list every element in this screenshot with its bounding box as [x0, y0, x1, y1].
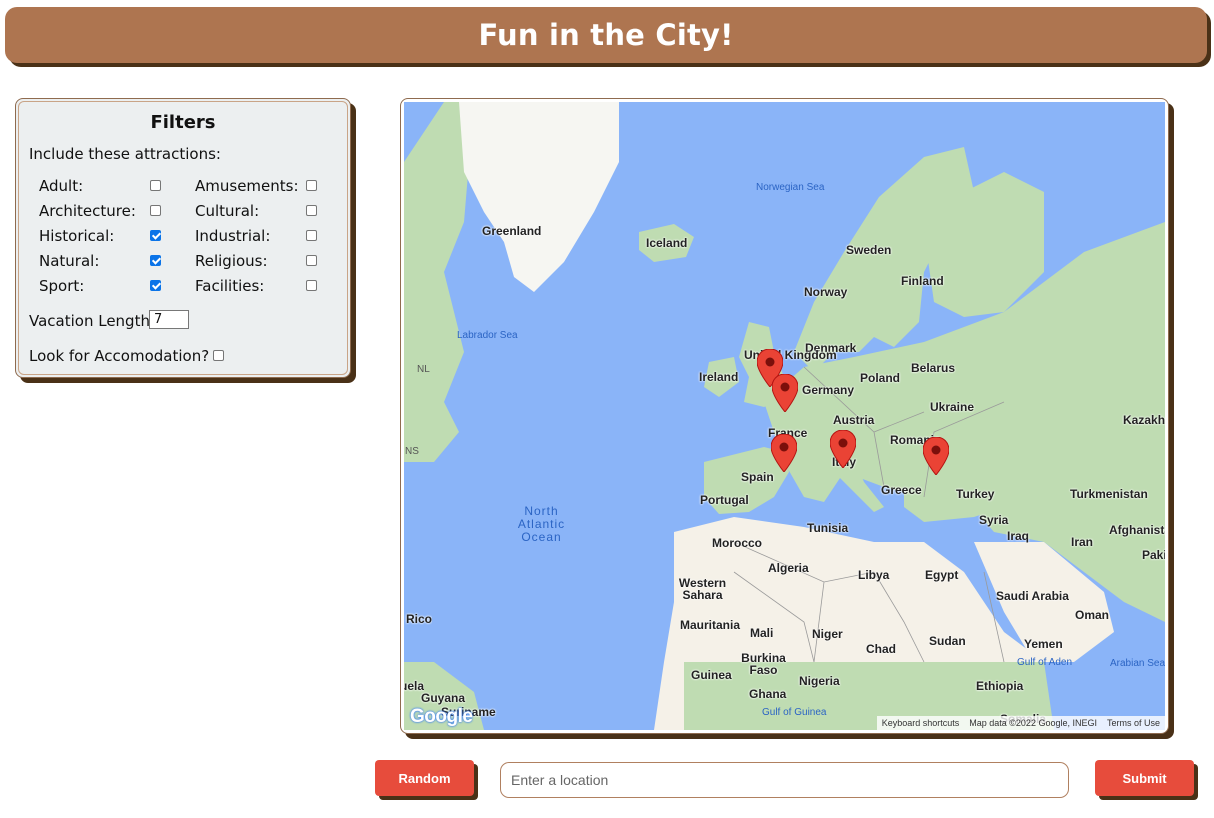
map-label-ethiopia: Ethiopia	[976, 679, 1024, 693]
map-label-greenland: Greenland	[482, 224, 542, 238]
map-attribution: Keyboard shortcuts Map data ©2022 Google…	[876, 716, 1165, 730]
map-label-ireland: Ireland	[699, 370, 739, 384]
submit-button[interactable]: Submit	[1095, 760, 1194, 796]
attraction-label-cultural: Cultural:	[195, 202, 260, 220]
map-marker-icon[interactable]	[830, 430, 856, 468]
map-label-gulf-of-guinea: Gulf of Guinea	[762, 707, 827, 718]
attraction-label-architecture: Architecture:	[39, 202, 136, 220]
checkbox-natural[interactable]	[150, 255, 161, 266]
map-label-kazakhstan: Kazakhstan	[1123, 413, 1165, 427]
map-label-austria: Austria	[833, 413, 875, 427]
map-label-turkey: Turkey	[956, 487, 995, 501]
map-label-sudan: Sudan	[929, 634, 966, 648]
page-title: Fun in the City!	[478, 18, 734, 52]
vacation-length-input[interactable]: 7	[149, 310, 189, 329]
map-data-credit: Map data ©2022 Google, INEGI	[969, 718, 1097, 728]
attraction-label-amusements: Amusements:	[195, 177, 299, 195]
map-label-ghana: Ghana	[749, 687, 787, 701]
map-label-oman: Oman	[1075, 608, 1110, 622]
map-label-germany: Germany	[802, 383, 855, 397]
attraction-label-industrial: Industrial:	[195, 227, 271, 245]
map-label-iran: Iran	[1071, 535, 1094, 549]
vacation-length-label: Vacation Length:	[29, 312, 156, 330]
map-label-iraq: Iraq	[1007, 529, 1030, 543]
map-label-labrador-sea: Labrador Sea	[457, 330, 518, 341]
attraction-label-historical: Historical:	[39, 227, 115, 245]
map-label-guyana: Guyana	[421, 691, 466, 705]
map-label-syria: Syria	[979, 513, 1009, 527]
map-label-sweden: Sweden	[846, 243, 892, 257]
map-label-libya: Libya	[858, 568, 890, 582]
map-label-poland: Poland	[860, 371, 901, 385]
location-input[interactable]	[500, 762, 1069, 798]
checkbox-amusements[interactable]	[306, 180, 317, 191]
map-marker-icon[interactable]	[923, 437, 949, 475]
map-label-nigeria: Nigeria	[799, 674, 840, 688]
map-label-belarus: Belarus	[911, 361, 956, 375]
map-label-egypt: Egypt	[925, 568, 959, 582]
filters-title: Filters	[150, 112, 216, 133]
map-frame: Greenland Iceland Sweden Finland Norway …	[400, 98, 1169, 734]
map-label-yemen: Yemen	[1024, 637, 1063, 651]
checkbox-architecture[interactable]	[150, 205, 161, 216]
map-label-ukraine: Ukraine	[930, 400, 975, 414]
accommodation-label: Look for Accomodation?	[29, 347, 210, 365]
map-label-guinea: Guinea	[691, 668, 732, 682]
keyboard-shortcuts-link[interactable]: Keyboard shortcuts	[877, 718, 965, 728]
google-logo: Google	[410, 706, 473, 728]
attraction-label-facilities: Facilities:	[195, 277, 265, 295]
map-label-ns: NS	[405, 446, 419, 457]
map-marker-icon[interactable]	[771, 434, 797, 472]
checkbox-sport[interactable]	[150, 280, 161, 291]
google-logo-text: Google	[410, 706, 473, 727]
map-label-mali: Mali	[750, 626, 774, 640]
map-label-algeria: Algeria	[768, 561, 809, 575]
map-label-iceland: Iceland	[646, 236, 688, 250]
checkbox-cultural[interactable]	[306, 205, 317, 216]
map-label-saudi-arabia: Saudi Arabia	[996, 589, 1069, 603]
checkbox-industrial[interactable]	[306, 230, 317, 241]
filters-panel: Filters Include these attractions: Adult…	[15, 98, 351, 378]
checkbox-facilities[interactable]	[306, 280, 317, 291]
attraction-label-natural: Natural:	[39, 252, 100, 270]
include-attractions-label: Include these attractions:	[29, 145, 221, 163]
map-label-turkmenistan: Turkmenistan	[1070, 487, 1148, 501]
map-label-niger: Niger	[812, 627, 843, 641]
random-button[interactable]: Random	[375, 760, 474, 796]
map-label-north-atlantic-ocean: North Atlantic Ocean	[517, 504, 566, 544]
attraction-label-adult: Adult:	[39, 177, 84, 195]
map-label-nl: NL	[417, 364, 430, 375]
terms-of-use-link[interactable]: Terms of Use	[1102, 718, 1165, 728]
map-label-burkina-faso: Burkina Faso	[741, 651, 786, 677]
attraction-label-religious: Religious:	[195, 252, 268, 270]
map-label-morocco: Morocco	[712, 536, 763, 550]
map-marker-icon[interactable]	[772, 374, 798, 412]
checkbox-accommodation[interactable]	[213, 350, 224, 361]
attraction-label-sport: Sport:	[39, 277, 85, 295]
map-label-greece: Greece	[881, 483, 922, 497]
map-label-pakistan: Pakistan	[1142, 548, 1165, 562]
map-label-portugal: Portugal	[700, 493, 749, 507]
map-label-norwegian-sea: Norwegian Sea	[756, 182, 825, 193]
checkbox-religious[interactable]	[306, 255, 317, 266]
map-label-puerto-rico: Puerto Rico	[404, 612, 432, 626]
map-label-spain: Spain	[741, 470, 774, 484]
checkbox-adult[interactable]	[150, 180, 161, 191]
map-label-gulf-of-aden: Gulf of Aden	[1017, 657, 1073, 668]
map-label-mauritania: Mauritania	[680, 618, 741, 632]
map-label-afghanistan: Afghanistan	[1109, 523, 1165, 537]
checkbox-historical[interactable]	[150, 230, 161, 241]
map-label-western-sahara: Western Sahara	[678, 576, 727, 602]
map-label-chad: Chad	[866, 642, 896, 656]
map-label-finland: Finland	[901, 274, 944, 288]
map-label-norway: Norway	[804, 285, 848, 299]
map-label-tunisia: Tunisia	[807, 521, 849, 535]
map-canvas[interactable]: Greenland Iceland Sweden Finland Norway …	[404, 102, 1165, 730]
page-header: Fun in the City!	[5, 7, 1207, 63]
map-label-arabian-sea: Arabian Sea	[1110, 658, 1165, 669]
map-background	[404, 102, 1165, 730]
